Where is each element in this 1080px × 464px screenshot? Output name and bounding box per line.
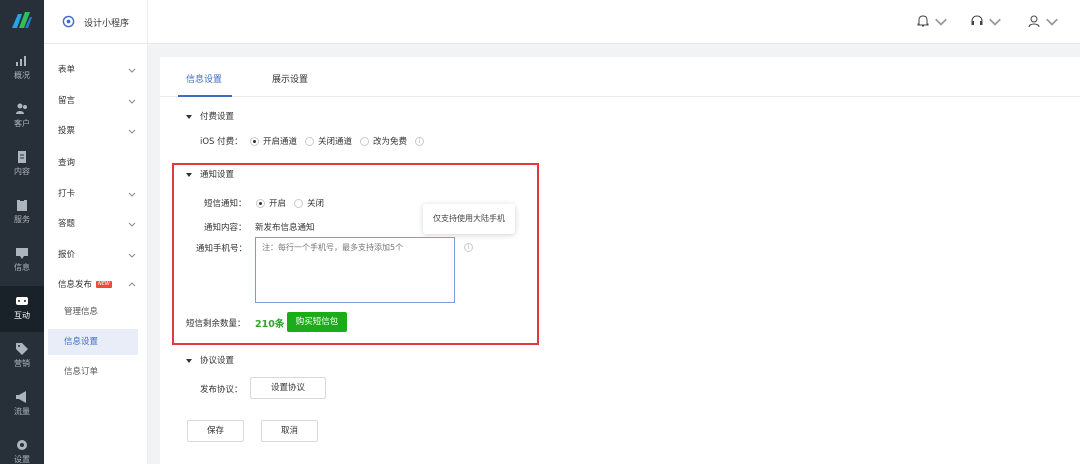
buy-sms-button[interactable]: 购买短信包 (287, 312, 347, 332)
tab-bar: 信息设置 展示设置 (160, 57, 1080, 97)
megaphone-icon (16, 391, 26, 403)
subnav-item-checkin[interactable]: 打卡 (44, 181, 148, 207)
chevron-down-icon (989, 18, 1001, 26)
main-rail: 概况 客户 内容 服务 信息 互动 营销 流量 设置 (0, 0, 44, 464)
subnav-item-manage-info[interactable]: 管理信息 (44, 299, 148, 325)
chevron-down-icon (128, 253, 136, 258)
rail-item-marketing[interactable]: 营销 (0, 334, 44, 380)
sms-notify-label: 短信通知： (204, 199, 247, 209)
radio-free[interactable]: 改为免费 (360, 135, 407, 147)
ios-payment-options: 开启通道 关闭通道 改为免费 i (250, 135, 425, 147)
content-panel: 信息设置 展示设置 付费设置 iOS 付费： 开启通道 关闭通道 改为免费 i … (160, 57, 1080, 464)
bell-icon (917, 15, 929, 27)
radio-sms-off[interactable]: 关闭 (294, 197, 324, 209)
set-agreement-button[interactable]: 设置协议 (250, 377, 326, 399)
radio-dot (294, 198, 304, 208)
rail-item-content[interactable]: 内容 (0, 142, 44, 188)
rail-item-customers[interactable]: 客户 (0, 94, 44, 140)
radio-open-channel[interactable]: 开启通道 (250, 135, 297, 147)
notify-content-value: 新发布信息通知 (255, 223, 315, 233)
users-icon (16, 103, 27, 114)
subnav-item-message[interactable]: 留言 (44, 88, 148, 114)
phone-tooltip: 仅支持使用大陆手机 (423, 204, 515, 234)
chevron-down-icon (128, 129, 136, 134)
message-icon (16, 248, 28, 259)
tab-info-settings[interactable]: 信息设置 (186, 72, 222, 85)
tab-display-settings[interactable]: 展示设置 (272, 72, 308, 85)
notify-phone-textarea[interactable] (255, 237, 455, 303)
ios-payment-label: iOS 付费： (200, 137, 243, 147)
subnav-item-form[interactable]: 表单 (44, 57, 148, 83)
document-icon (18, 151, 26, 163)
headset-icon (971, 15, 983, 25)
brand-logo[interactable] (10, 8, 34, 32)
chevron-down-icon (128, 222, 136, 227)
chevron-down-icon (935, 18, 947, 26)
chevron-down-icon (128, 68, 136, 73)
clipboard-icon (17, 199, 27, 211)
notify-section-title[interactable]: 通知设置 (186, 168, 234, 180)
subnav-item-info-settings[interactable]: 信息设置 (48, 329, 138, 355)
user-menu-button[interactable] (1027, 12, 1059, 30)
chevron-down-icon (1046, 18, 1058, 26)
user-icon (1028, 15, 1040, 28)
radio-dot (250, 136, 259, 146)
collapse-triangle-icon (186, 114, 192, 119)
chevron-down-icon (128, 192, 136, 197)
support-button[interactable] (970, 12, 1002, 30)
radio-close-channel[interactable]: 关闭通道 (305, 135, 352, 147)
collapse-triangle-icon (186, 358, 192, 363)
chevron-up-icon (128, 282, 136, 287)
gear-icon (17, 440, 27, 450)
notify-content-label: 通知内容： (204, 223, 247, 233)
save-button[interactable]: 保存 (187, 420, 244, 442)
subnav-item-query[interactable]: 查询 (44, 150, 148, 176)
info-icon[interactable]: i (415, 136, 425, 146)
tag-icon (16, 343, 28, 355)
info-icon[interactable]: i (464, 243, 473, 252)
radio-sms-on[interactable]: 开启 (256, 197, 286, 209)
subnav-item-info-orders[interactable]: 信息订单 (44, 359, 148, 385)
sms-remaining-label: 短信剩余数量： (186, 319, 246, 329)
top-bar: 设计小程序 (44, 0, 1080, 44)
chart-icon (16, 56, 26, 66)
radio-dot (360, 136, 370, 146)
notifications-button[interactable] (916, 12, 948, 30)
radio-dot (305, 136, 315, 146)
app-switcher[interactable]: 设计小程序 (44, 0, 148, 44)
subnav-item-vote[interactable]: 投票 (44, 118, 148, 144)
sms-notify-options: 开启 关闭 (256, 197, 332, 209)
rail-item-info[interactable]: 信息 (0, 238, 44, 284)
subnav-item-quote[interactable]: 报价 (44, 242, 148, 268)
rail-item-overview[interactable]: 概况 (0, 46, 44, 92)
cancel-button[interactable]: 取消 (261, 420, 318, 442)
rail-item-traffic[interactable]: 流量 (0, 382, 44, 428)
subnav-item-quiz[interactable]: 答题 (44, 211, 148, 237)
new-badge: NEW (96, 281, 112, 288)
sms-remaining-count: 210条 (255, 319, 285, 330)
rail-item-settings[interactable]: 设置 (0, 430, 44, 464)
agreement-label: 发布协议： (200, 385, 243, 395)
rail-item-interact[interactable]: 互动 (0, 286, 44, 332)
chevron-down-icon (128, 99, 136, 104)
collapse-triangle-icon (186, 172, 192, 177)
rail-item-service[interactable]: 服务 (0, 190, 44, 236)
app-name: 设计小程序 (84, 19, 130, 29)
gamepad-icon (16, 297, 28, 305)
miniprogram-icon (62, 15, 75, 28)
agreement-section-title[interactable]: 协议设置 (186, 354, 234, 366)
notify-phone-label: 通知手机号： (196, 244, 248, 254)
subnav-item-info-publish[interactable]: 信息发布 NEW (44, 272, 148, 298)
payment-section-title[interactable]: 付费设置 (186, 110, 234, 122)
radio-dot (256, 198, 265, 208)
tab-underline (178, 95, 232, 97)
sub-navigation: 表单 留言 投票 查询 打卡 答题 报价 信息发布 NEW 管理信息 信息设置 信… (44, 44, 148, 464)
